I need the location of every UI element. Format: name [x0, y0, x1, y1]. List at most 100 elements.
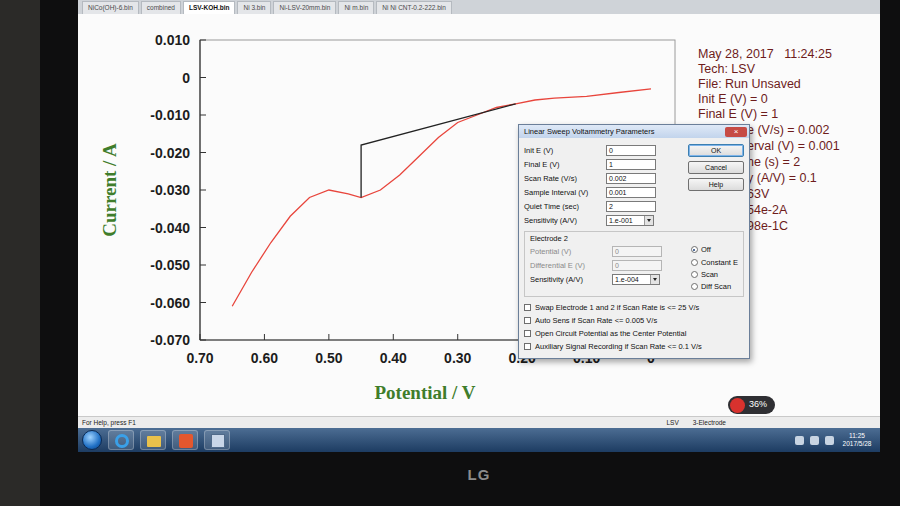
file-tab[interactable]: Ni-LSV-20mm.bin	[273, 1, 336, 14]
monitor-logo: LG	[468, 464, 491, 506]
dropdown-arrow-icon[interactable]	[644, 216, 653, 225]
system-tray: 11:252017/5/28	[795, 432, 874, 448]
option-checkbox-row[interactable]: Auto Sens if Scan Rate <= 0.005 V/s	[524, 314, 744, 327]
dialog-button[interactable]: Help	[688, 178, 744, 191]
photo-background: NiCo(OH)-6.bincombinedLSV-KOH.binNi 3.bi…	[0, 0, 900, 506]
info-line: Tech: LSV	[698, 62, 880, 77]
checkbox[interactable]	[524, 304, 531, 311]
text-field[interactable]: 2	[606, 201, 656, 212]
browser-app[interactable]	[108, 430, 134, 450]
radio-button[interactable]	[691, 259, 698, 266]
radio-label[interactable]: Scan	[701, 269, 718, 280]
y-tick	[200, 227, 206, 228]
instrument-window-icon	[211, 434, 225, 448]
checkbox-label[interactable]: Open Circuit Potential as the Center Pot…	[535, 328, 686, 339]
dialog-button[interactable]: OK	[688, 144, 744, 157]
electrode2-body: Potential (V)0Differential E (V)0Sensiti…	[530, 244, 738, 292]
field-label: Scan Rate (V/s)	[524, 173, 602, 184]
option-checkbox-row[interactable]: Swap Electrode 1 and 2 if Scan Rate is <…	[524, 301, 744, 314]
checkbox[interactable]	[524, 317, 531, 324]
x-tick-label: 0.60	[251, 350, 278, 366]
floating-widget[interactable]: 36%	[728, 396, 775, 414]
text-field[interactable]: 0.002	[606, 173, 656, 184]
parameter-fields: Init E (V) 0 Final E (V) 1 Scan Rate (V/s) 0.…	[524, 143, 682, 227]
checkbox[interactable]	[524, 330, 531, 337]
y-tick	[200, 302, 206, 303]
field-row: Sensitivity (A/V) 1.e-001	[524, 213, 682, 227]
info-line: May 28, 2017 11:24:25	[698, 47, 880, 62]
y-tick-label: -0.060	[150, 295, 190, 311]
field-label: Sensitivity (A/V)	[524, 215, 602, 226]
file-tab[interactable]: combined	[141, 1, 181, 14]
dropdown[interactable]: 1.e-001	[606, 215, 654, 226]
field-label: Init E (V)	[524, 145, 602, 156]
file-tab[interactable]: Ni 3.bin	[237, 1, 271, 14]
option-checkbox-row[interactable]: Open Circuit Potential as the Center Pot…	[524, 327, 744, 340]
network-icon[interactable]	[810, 436, 819, 445]
field-label: Final E (V)	[524, 159, 602, 170]
dialog-buttons: OK Cancel Help	[688, 143, 744, 227]
dropdown-value: 1.e-001	[609, 216, 633, 225]
y-tick-label: -0.010	[150, 107, 190, 123]
checkbox-label[interactable]: Auto Sens if Scan Rate <= 0.005 V/s	[535, 315, 657, 326]
file-tab[interactable]: Ni Ni CNT-0.2-222.bin	[376, 1, 452, 14]
file-tab-strip: NiCo(OH)-6.bincombinedLSV-KOH.binNi 3.bi…	[78, 0, 880, 14]
dialog-title-bar[interactable]: Linear Sweep Voltammetry Parameters×	[519, 125, 749, 138]
status-bar: For Help, press F1 LSV3-Electrode	[78, 416, 880, 428]
y-tick	[200, 115, 206, 116]
record-icon[interactable]	[730, 398, 745, 413]
checkbox-label[interactable]: Swap Electrode 1 and 2 if Scan Rate is <…	[535, 302, 699, 313]
flag-icon[interactable]	[795, 436, 804, 445]
explorer-app[interactable]	[140, 430, 166, 450]
radio-button[interactable]	[691, 283, 698, 290]
mode-radio[interactable]: Diff Scan	[691, 281, 738, 292]
clock-date: 2017/5/28	[840, 440, 874, 448]
info-header: May 28, 2017 11:24:25Tech: LSVFile: Run …	[698, 14, 880, 122]
radio-label[interactable]: Constant E	[701, 257, 738, 268]
info-line: 54e-2A	[747, 202, 880, 218]
volume-icon[interactable]	[825, 436, 834, 445]
field-row: Init E (V) 0	[524, 143, 682, 157]
plot-window: 0.0100-0.010-0.020-0.030-0.040-0.050-0.0…	[78, 14, 880, 416]
field-row: Potential (V)0	[530, 244, 685, 258]
dropdown[interactable]: 1.e-004	[612, 274, 660, 285]
info-line: erval (V) = 0.001	[747, 138, 880, 154]
x-tick	[264, 334, 265, 340]
field-row: Sensitivity (A/V)1.e-004	[530, 272, 685, 286]
info-line: Init E (V) = 0	[698, 92, 880, 107]
mode-radio[interactable]: Constant E	[691, 257, 738, 268]
text-field[interactable]: 0	[606, 145, 656, 156]
field-label: Quiet Time (sec)	[524, 201, 602, 212]
option-checkbox-row[interactable]: Auxiliary Signal Recording if Scan Rate …	[524, 340, 744, 353]
file-tab[interactable]: NiCo(OH)-6.bin	[82, 1, 139, 14]
dialog-button[interactable]: Cancel	[688, 161, 744, 174]
checkbox-label[interactable]: Auxiliary Signal Recording if Scan Rate …	[535, 341, 702, 352]
close-button[interactable]: ×	[725, 127, 747, 137]
y-tick-label: -0.040	[150, 220, 190, 236]
radio-button[interactable]	[691, 246, 698, 253]
mode-radio[interactable]: Scan	[691, 269, 738, 280]
text-field: 0	[612, 260, 662, 271]
info-line: e (V/s) = 0.002	[747, 122, 880, 138]
dropdown-arrow-icon[interactable]	[650, 275, 659, 284]
file-tab[interactable]: Ni m.bin	[338, 1, 374, 14]
radio-button[interactable]	[691, 271, 698, 278]
taskbar-clock[interactable]: 11:252017/5/28	[840, 432, 874, 448]
text-field[interactable]: 0.001	[606, 187, 656, 198]
field-label: Potential (V)	[530, 246, 608, 257]
archive-app[interactable]	[172, 430, 198, 450]
start-orb-icon[interactable]	[82, 430, 102, 450]
info-line: 98e-1C	[747, 218, 880, 234]
info-line: Final E (V) = 1	[698, 107, 880, 122]
status-help: For Help, press F1	[82, 417, 136, 428]
radio-label[interactable]: Off	[701, 244, 711, 255]
mode-radio[interactable]: Off	[691, 244, 738, 255]
checkbox[interactable]	[524, 343, 531, 350]
chi-app[interactable]	[204, 430, 230, 450]
radio-label[interactable]: Diff Scan	[701, 281, 731, 292]
status-mode: LSV3-Electrode	[666, 417, 726, 428]
widget-reading: 36%	[749, 398, 767, 412]
file-tab[interactable]: LSV-KOH.bin	[183, 1, 235, 14]
y-tick-label: 0.010	[155, 32, 190, 48]
text-field[interactable]: 1	[606, 159, 656, 170]
